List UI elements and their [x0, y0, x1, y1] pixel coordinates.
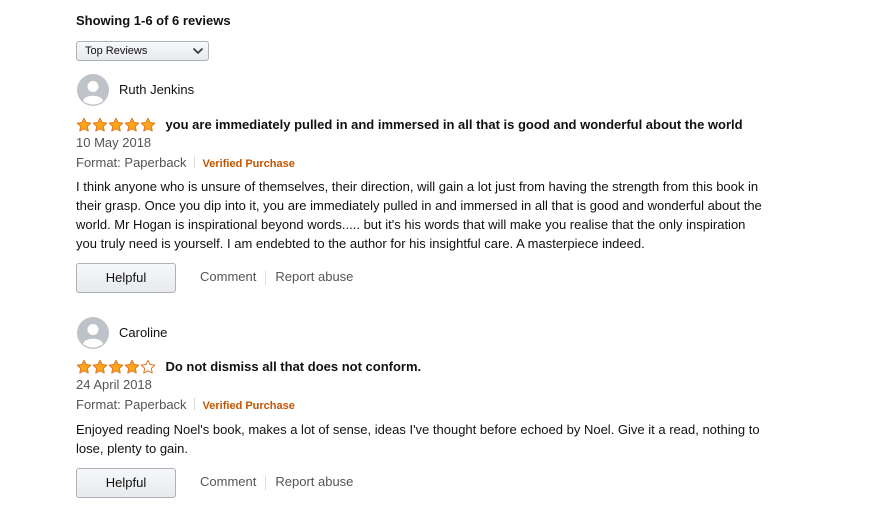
reviewer-name[interactable]: Ruth Jenkins: [119, 82, 194, 97]
review-body: I think anyone who is unsure of themselv…: [76, 179, 762, 251]
verified-purchase-badge: Verified Purchase: [202, 158, 295, 170]
verified-purchase-badge: Verified Purchase: [202, 400, 295, 412]
review-date: 10 May 2018: [76, 135, 152, 150]
helpful-button[interactable]: Helpful: [76, 263, 176, 293]
sort-reviews-dropdown[interactable]: Top Reviews: [76, 41, 209, 61]
report-abuse-link[interactable]: Report abuse: [275, 269, 353, 284]
divider: [265, 476, 267, 490]
report-abuse-link[interactable]: Report abuse: [275, 474, 353, 489]
comment-link[interactable]: Comment: [200, 269, 256, 284]
review-actions: Helpful Comment Report abuse: [76, 263, 353, 293]
sort-selected-label: Top Reviews: [85, 45, 148, 57]
star-filled-icon: [92, 117, 108, 132]
review-item: Caroline Do not dismiss all that does no…: [76, 317, 776, 498]
review-title[interactable]: you are immediately pulled in and immers…: [165, 117, 742, 132]
reviews-page: Showing 1-6 of 6 reviews Top Reviews Rut…: [0, 0, 878, 512]
star-filled-icon: [76, 117, 92, 132]
reviews-count-heading: Showing 1-6 of 6 reviews: [76, 13, 231, 28]
reviewer-name[interactable]: Caroline: [119, 325, 167, 340]
comment-link[interactable]: Comment: [200, 474, 256, 489]
format-label[interactable]: Format: Paperback: [76, 155, 187, 170]
star-filled-icon: [124, 359, 140, 374]
review-actions: Helpful Comment Report abuse: [76, 468, 353, 498]
divider: [265, 271, 267, 285]
review-title[interactable]: Do not dismiss all that does not conform…: [165, 359, 421, 374]
review-title-line: Do not dismiss all that does not conform…: [76, 358, 421, 374]
review-body: Enjoyed reading Noel's book, makes a lot…: [76, 422, 760, 456]
review-item: Ruth Jenkins you are immediately pulled …: [76, 74, 776, 293]
star-filled-icon: [108, 117, 124, 132]
star-filled-icon: [140, 117, 156, 132]
avatar-icon: [77, 317, 109, 349]
star-filled-icon: [92, 359, 108, 374]
format-label[interactable]: Format: Paperback: [76, 397, 187, 412]
format-line: Format: Paperback Verified Purchase: [76, 397, 295, 412]
divider: [193, 398, 195, 410]
star-filled-icon: [76, 359, 92, 374]
star-rating[interactable]: [76, 359, 156, 375]
avatar-icon: [77, 74, 109, 106]
review-date: 24 April 2018: [76, 377, 152, 392]
helpful-button[interactable]: Helpful: [76, 468, 176, 498]
star-filled-icon: [124, 117, 140, 132]
reviewer-profile[interactable]: Caroline: [76, 317, 776, 349]
star-empty-icon: [140, 359, 156, 374]
reviewer-profile[interactable]: Ruth Jenkins: [76, 74, 776, 106]
format-line: Format: Paperback Verified Purchase: [76, 155, 295, 170]
review-title-line: you are immediately pulled in and immers…: [76, 116, 743, 132]
divider: [193, 156, 195, 168]
star-rating[interactable]: [76, 117, 156, 133]
chevron-down-icon: [193, 48, 203, 54]
star-filled-icon: [108, 359, 124, 374]
